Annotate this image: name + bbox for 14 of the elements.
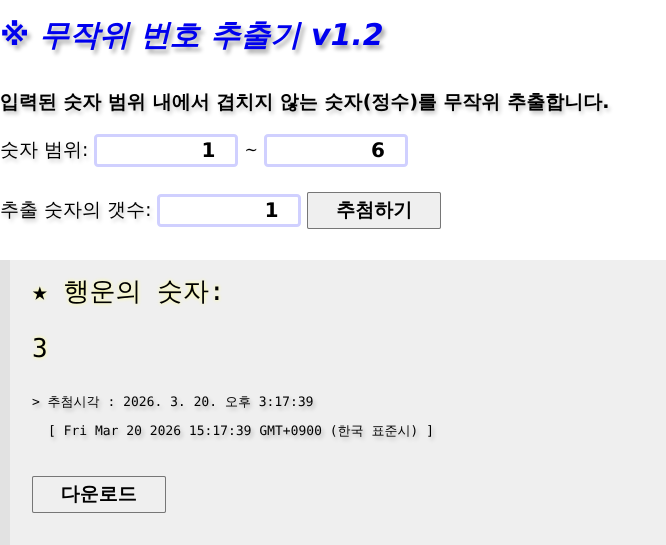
description: 입력된 숫자 범위 내에서 겹치지 않는 숫자(정수)를 무작위 추출합니다. [0, 90, 611, 115]
draw-time: > 추첨시각 : 2026. 3. 20. 오후 3:17:39 [32, 394, 314, 412]
range-from-field[interactable]: 1 [94, 134, 238, 166]
draw-date: [ Fri Mar 20 2026 15:17:39 GMT+0900 (한국 표준시) ] [48, 423, 434, 441]
count-field[interactable]: 1 [157, 194, 302, 226]
result-number: 3 [32, 332, 48, 366]
range-separator: ~ [244, 139, 258, 161]
count-label: 추출 숫자의 갯수: [0, 198, 152, 223]
draw-button[interactable]: 추첨하기 [307, 192, 442, 228]
range-to-field[interactable]: 6 [264, 134, 408, 166]
result-heading: ★ 행운의 숫자: [32, 276, 225, 308]
download-button[interactable]: 다운로드 [32, 476, 166, 512]
app-title: ※ 무작위 번호 추출기 v1.2 [0, 17, 385, 55]
range-label: 숫자 범위: [0, 138, 88, 163]
